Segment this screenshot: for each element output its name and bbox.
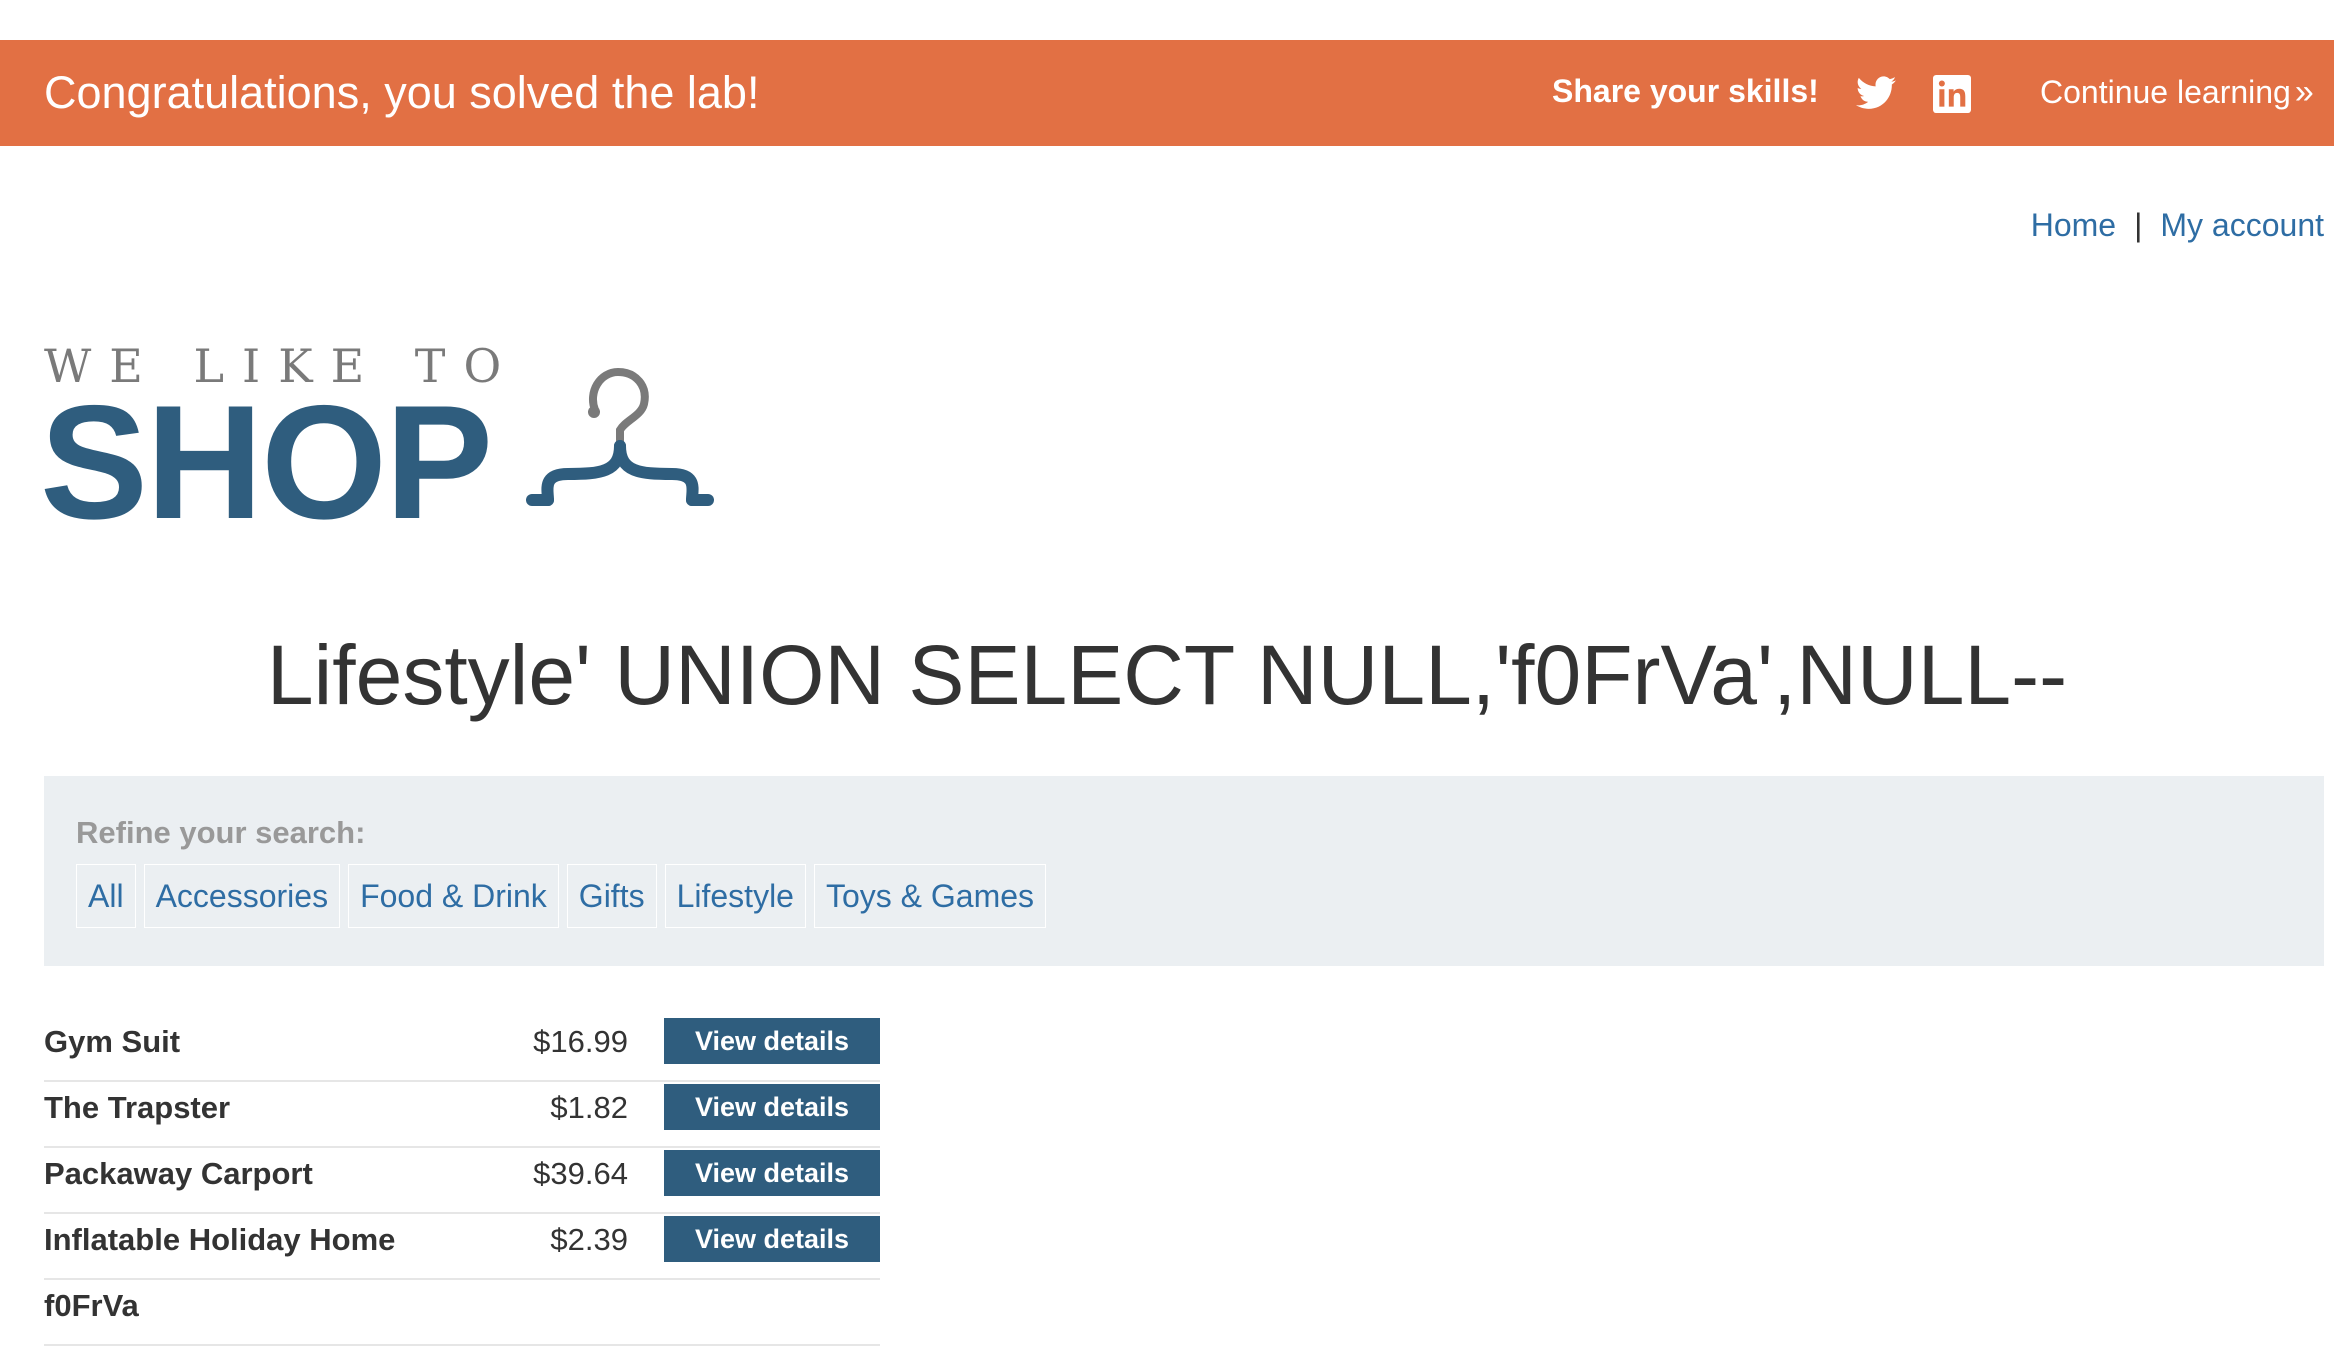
table-row: f0FrVa	[44, 1280, 880, 1346]
table-row: Inflatable Holiday Home $2.39 View detai…	[44, 1214, 880, 1280]
product-name: Gym Suit	[44, 1024, 181, 1059]
page: Congratulations, you solved the lab! Sha…	[0, 0, 2334, 1360]
banner-title: Congratulations, you solved the lab!	[44, 67, 760, 118]
product-price: $39.64	[533, 1156, 628, 1191]
filter-panel: Refine your search: All Accessories Food…	[44, 776, 2324, 966]
twitter-icon[interactable]	[1856, 75, 1896, 111]
product-price: $1.82	[550, 1090, 628, 1125]
product-name: The Trapster	[44, 1090, 231, 1125]
nav-separator: |	[2134, 207, 2143, 243]
product-name: f0FrVa	[44, 1288, 139, 1323]
continue-learning-link[interactable]: Continue learning»	[2040, 40, 2314, 146]
product-name: Packaway Carport	[44, 1156, 313, 1191]
view-details-button[interactable]: View details	[664, 1018, 880, 1064]
double-chevron-right-icon: »	[2294, 73, 2314, 111]
category-filter-list: All Accessories Food & Drink Gifts Lifes…	[76, 864, 1047, 928]
filter-label: Refine your search:	[76, 815, 366, 850]
view-details-button[interactable]: View details	[664, 1150, 880, 1196]
logo-brand: SHOP	[40, 372, 493, 553]
filter-toys-games[interactable]: Toys & Games	[813, 864, 1047, 928]
filter-food-drink[interactable]: Food & Drink	[348, 864, 559, 928]
home-link[interactable]: Home	[2031, 207, 2116, 243]
top-nav: Home | My account	[2031, 205, 2324, 245]
my-account-link[interactable]: My account	[2160, 207, 2324, 243]
share-label: Share your skills!	[1552, 73, 1819, 109]
filter-all[interactable]: All	[76, 864, 136, 928]
table-row: Packaway Carport $39.64 View details	[44, 1148, 880, 1214]
product-name: Inflatable Holiday Home	[44, 1222, 396, 1257]
hanger-icon	[526, 367, 714, 506]
shop-logo: WE LIKE TO SHOP	[40, 340, 760, 553]
view-details-button[interactable]: View details	[664, 1084, 880, 1130]
solved-banner: Congratulations, you solved the lab! Sha…	[0, 40, 2334, 146]
filter-gifts[interactable]: Gifts	[566, 864, 657, 928]
product-table: Gym Suit $16.99 View details The Trapste…	[44, 1016, 880, 1346]
continue-learning-label: Continue learning	[2040, 74, 2291, 110]
linkedin-icon[interactable]	[1933, 75, 1971, 113]
product-price: $2.39	[550, 1222, 628, 1257]
filter-lifestyle[interactable]: Lifestyle	[664, 864, 806, 928]
product-price: $16.99	[533, 1024, 628, 1059]
table-row: The Trapster $1.82 View details	[44, 1082, 880, 1148]
page-title: Lifestyle' UNION SELECT NULL,'f0FrVa',NU…	[266, 628, 2068, 722]
view-details-button[interactable]: View details	[664, 1216, 880, 1262]
table-row: Gym Suit $16.99 View details	[44, 1016, 880, 1082]
filter-accessories[interactable]: Accessories	[143, 864, 341, 928]
